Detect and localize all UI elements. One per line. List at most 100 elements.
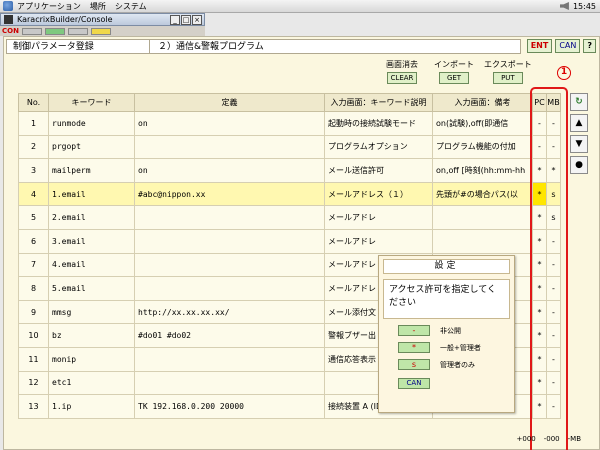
system-logo-icon[interactable] <box>3 1 13 11</box>
dialog-message: アクセス許可を指定してください <box>383 279 510 319</box>
scroll-up-icon[interactable]: ▲ <box>570 114 588 132</box>
row-pc[interactable]: * <box>532 252 547 278</box>
row-keyword[interactable]: etc1 <box>48 370 135 396</box>
get-button[interactable]: GET <box>439 72 469 84</box>
row-definition[interactable] <box>134 205 325 230</box>
row-keyword[interactable]: bz <box>48 323 135 348</box>
row-pc[interactable]: * <box>532 370 547 396</box>
row-definition[interactable]: on <box>134 158 325 183</box>
row-desc: 起動時の接続試験モード <box>324 111 433 136</box>
row-mb[interactable]: - <box>546 299 561 325</box>
row-pc[interactable]: * <box>532 323 547 348</box>
table-row-selected[interactable]: 4 1.email #abc@nippon.xx メールアドレス（１） 先頭が#… <box>18 181 561 207</box>
row-pc[interactable]: * <box>532 276 547 301</box>
maximize-button[interactable]: □ <box>181 14 191 25</box>
option-general-button[interactable]: * <box>398 342 430 353</box>
row-keyword[interactable]: 2.email <box>48 205 135 230</box>
clear-button[interactable]: CLEAR <box>387 72 417 84</box>
row-definition[interactable]: TK 192.168.0.200 20000 <box>134 394 325 419</box>
row-mb[interactable]: - <box>546 346 561 372</box>
volume-icon[interactable] <box>559 2 569 10</box>
dialog-cancel-button[interactable]: CAN <box>398 378 430 389</box>
clock[interactable]: 15:45 <box>573 2 596 11</box>
table-row[interactable]: 6 3.email メールアドレ * - <box>18 228 561 254</box>
put-button[interactable]: PUT <box>492 72 523 84</box>
row-keyword[interactable]: mailperm <box>48 158 135 183</box>
header-desc: 入力画面：キーワード説明 <box>324 93 433 112</box>
row-definition[interactable]: on <box>134 111 325 136</box>
export-group: エクスポート PUT <box>484 59 532 84</box>
menu-applications[interactable]: アプリケーション <box>17 1 81 12</box>
row-pc[interactable]: * <box>532 346 547 372</box>
toolbar-chip[interactable] <box>44 27 65 35</box>
row-pc[interactable]: * <box>532 299 547 325</box>
row-definition[interactable] <box>134 252 325 278</box>
row-mb[interactable]: - <box>546 111 561 136</box>
row-keyword[interactable]: runmode <box>48 111 135 136</box>
row-mb[interactable]: - <box>546 134 561 160</box>
row-mb[interactable]: - <box>546 370 561 396</box>
row-pc[interactable]: * <box>532 205 547 230</box>
row-keyword[interactable]: 5.email <box>48 276 135 301</box>
row-keyword[interactable]: prgopt <box>48 134 135 160</box>
ent-button[interactable]: ENT <box>526 39 553 53</box>
row-keyword[interactable]: 1.email <box>48 181 135 207</box>
table-row[interactable]: 3 mailperm on メール送信許可 on,off [時刻(hh:mm-h… <box>18 158 561 183</box>
close-button[interactable]: × <box>192 14 202 25</box>
row-definition[interactable] <box>134 228 325 254</box>
option-admin-button[interactable]: s <box>398 359 430 370</box>
row-definition[interactable] <box>134 370 325 396</box>
window-titlebar[interactable]: KaracrixBuilder/Console _ □ × <box>0 13 205 26</box>
table-row[interactable]: 1 runmode on 起動時の接続試験モード on(試験),off(即通信 … <box>18 111 561 136</box>
table-row[interactable]: 2 prgopt プログラムオプション プログラム機能の付加 - - <box>18 134 561 160</box>
can-button[interactable]: CAN <box>555 39 581 53</box>
row-pc[interactable]: - <box>532 111 547 136</box>
row-pc[interactable]: * <box>532 181 547 207</box>
footer-minus[interactable]: -000 <box>544 435 560 443</box>
option-private-label: 非公開 <box>440 326 461 335</box>
menu-system[interactable]: システム <box>115 1 147 12</box>
table-row[interactable]: 5 2.email メールアドレ * s <box>18 205 561 230</box>
tab-comm-alarm[interactable]: ２）通信&警報プログラム <box>150 39 521 54</box>
row-mb[interactable]: - <box>546 228 561 254</box>
row-definition[interactable] <box>134 276 325 301</box>
row-definition[interactable] <box>134 346 325 372</box>
footer-plus[interactable]: +000 <box>517 435 536 443</box>
row-mb[interactable]: - <box>546 276 561 301</box>
row-pc[interactable]: * <box>532 394 547 419</box>
option-private-button[interactable]: - <box>398 325 430 336</box>
refresh-icon[interactable]: ↻ <box>570 93 588 111</box>
row-mb[interactable]: - <box>546 252 561 278</box>
row-pc[interactable]: * <box>532 228 547 254</box>
row-keyword[interactable]: monip <box>48 346 135 372</box>
scroll-down-icon[interactable]: ▼ <box>570 135 588 153</box>
row-mb[interactable]: s <box>546 181 561 207</box>
row-definition[interactable] <box>134 134 325 160</box>
footer-mb[interactable]: -MB <box>568 435 581 443</box>
row-definition[interactable]: #do01 #do02 <box>134 323 325 348</box>
row-mb[interactable]: - <box>546 323 561 348</box>
toolbar-chip[interactable] <box>90 27 111 35</box>
system-bar: アプリケーション 場所 システム 15:45 <box>0 0 600 13</box>
option-admin-label: 管理者のみ <box>440 360 475 369</box>
toolbar-chip[interactable] <box>67 27 88 35</box>
menu-places[interactable]: 場所 <box>90 1 106 12</box>
scroll-dot-icon[interactable]: ● <box>570 156 588 174</box>
row-pc[interactable]: * <box>532 158 547 183</box>
row-pc[interactable]: - <box>532 134 547 160</box>
row-keyword[interactable]: mmsg <box>48 299 135 325</box>
row-keyword[interactable]: 3.email <box>48 228 135 254</box>
row-definition[interactable]: http://xx.xx.xx.xx/ <box>134 299 325 325</box>
row-mb[interactable]: * <box>546 158 561 183</box>
row-mb[interactable]: s <box>546 205 561 230</box>
help-button[interactable]: ? <box>583 39 596 53</box>
toolbar-chip[interactable] <box>21 27 42 35</box>
minimize-button[interactable]: _ <box>170 14 180 25</box>
row-keyword[interactable]: 1.ip <box>48 394 135 419</box>
tab-control-params[interactable]: 制御パラメータ登録 <box>6 39 150 54</box>
row-definition[interactable]: #abc@nippon.xx <box>134 181 325 207</box>
row-mb[interactable]: - <box>546 394 561 419</box>
clear-label: 画面消去 <box>386 60 418 69</box>
row-keyword[interactable]: 4.email <box>48 252 135 278</box>
row-note: on,off [時刻(hh:mm-hh <box>432 158 533 183</box>
